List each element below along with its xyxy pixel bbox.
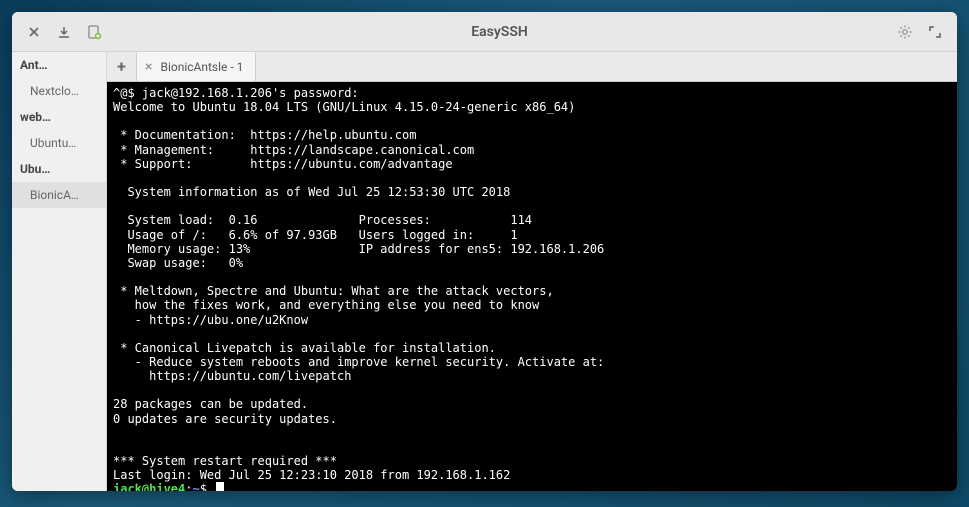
close-icon xyxy=(28,26,40,38)
plus-icon: + xyxy=(117,57,126,76)
titlebar: EasySSH xyxy=(12,12,957,52)
main-area: + × BionicAntsle - 1 ^@$ jack@192.168.1.… xyxy=(107,52,957,491)
gear-icon xyxy=(897,24,913,40)
new-connection-button[interactable] xyxy=(80,18,108,46)
titlebar-right xyxy=(891,18,949,46)
titlebar-left xyxy=(20,18,108,46)
close-icon: × xyxy=(145,59,152,75)
tab-label: BionicAntsle - 1 xyxy=(160,60,243,74)
sidebar-host-item[interactable]: BionicA… xyxy=(12,182,106,208)
terminal-tab[interactable]: × BionicAntsle - 1 xyxy=(137,52,256,81)
maximize-icon xyxy=(929,26,941,38)
sidebar-host-item[interactable]: Ubuntu… xyxy=(12,130,106,156)
tab-bar: + × BionicAntsle - 1 xyxy=(107,52,957,82)
maximize-button[interactable] xyxy=(921,18,949,46)
sidebar-host-item[interactable]: Nextclo… xyxy=(12,78,106,104)
sidebar-group-header[interactable]: Ant… xyxy=(12,52,106,78)
sidebar-group-header[interactable]: Ubu… xyxy=(12,156,106,182)
application-window: EasySSH Ant… Nextclo… web… Ubuntu… Ubu… … xyxy=(12,12,957,491)
new-tab-button[interactable]: + xyxy=(107,52,137,81)
new-document-icon xyxy=(86,24,102,40)
close-window-button[interactable] xyxy=(20,18,48,46)
sidebar-group-header[interactable]: web… xyxy=(12,104,106,130)
settings-button[interactable] xyxy=(891,18,919,46)
download-icon xyxy=(57,25,71,39)
hosts-sidebar: Ant… Nextclo… web… Ubuntu… Ubu… BionicA… xyxy=(12,52,107,491)
tab-close-button[interactable]: × xyxy=(145,59,152,75)
window-title: EasySSH xyxy=(108,24,891,40)
terminal-output[interactable]: ^@$ jack@192.168.1.206's password: Welco… xyxy=(107,82,957,491)
download-button[interactable] xyxy=(50,18,78,46)
window-body: Ant… Nextclo… web… Ubuntu… Ubu… BionicA…… xyxy=(12,52,957,491)
